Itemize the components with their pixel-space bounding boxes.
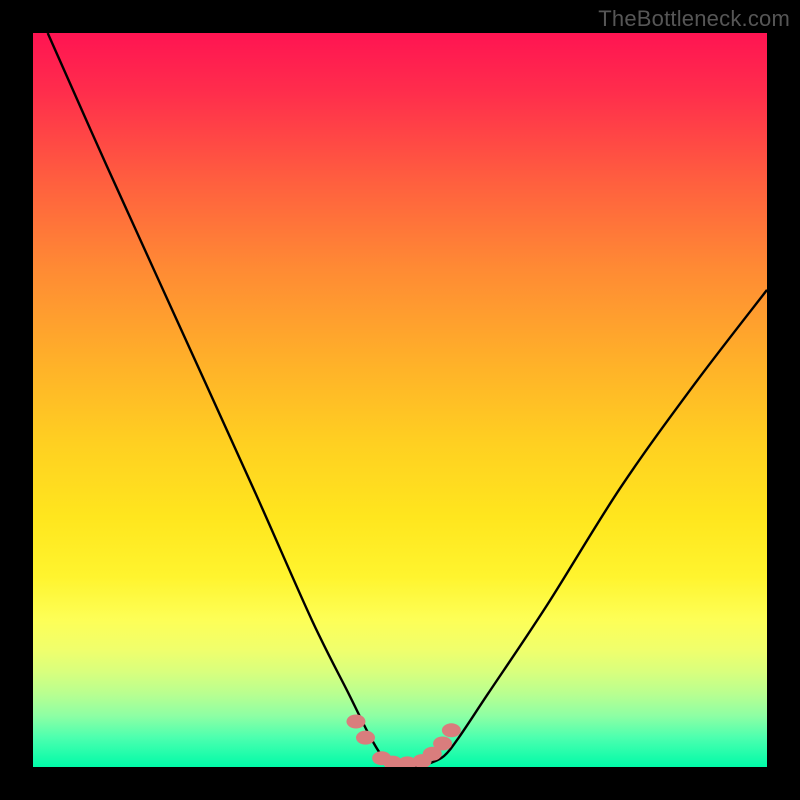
bottleneck-curve: [48, 33, 767, 767]
highlight-dot: [356, 731, 375, 745]
watermark-text: TheBottleneck.com: [598, 6, 790, 32]
highlight-dot: [442, 723, 461, 737]
chart-frame: TheBottleneck.com: [0, 0, 800, 800]
curve-layer: [33, 33, 767, 767]
highlight-dot: [346, 714, 365, 728]
flat-segment-dots: [346, 714, 460, 767]
plot-area: [33, 33, 767, 767]
highlight-dot: [433, 737, 452, 751]
